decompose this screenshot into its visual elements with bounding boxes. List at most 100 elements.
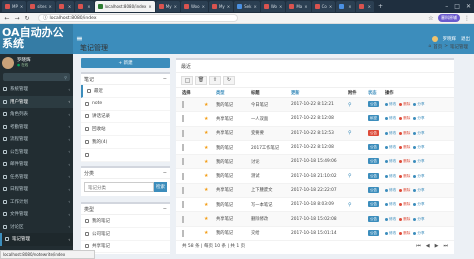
edit-link[interactable]: 修改 (385, 188, 396, 193)
browser-tab[interactable]: Woo × (180, 1, 208, 12)
share-link[interactable]: 分享 (413, 102, 425, 107)
row-checkbox[interactable] (182, 101, 184, 109)
breadcrumb-home[interactable]: 首页 (433, 44, 442, 50)
star-icon[interactable]: ★ (204, 145, 216, 151)
delete-button[interactable]: 🗑 (195, 75, 207, 85)
select-all-button[interactable] (181, 75, 193, 85)
url-input[interactable]: ⓘ localhost:8080/index (38, 14, 238, 22)
folder-item[interactable]: note (81, 98, 170, 111)
edit-link[interactable]: 修改 (385, 174, 396, 179)
header-user-name[interactable]: 罗晓辉 (443, 36, 457, 42)
profile-button[interactable]: 塞科原辅 (438, 14, 460, 22)
sidebar-item[interactable]: 考勤管理 ‹ (0, 121, 73, 134)
sidebar-item[interactable]: 文件管理 ‹ (0, 208, 73, 221)
edit-link[interactable]: 修改 (385, 102, 396, 107)
share-link[interactable]: 分享 (413, 174, 425, 179)
row-checkbox[interactable] (182, 186, 184, 194)
tab-close-icon[interactable]: × (348, 4, 351, 9)
row-title[interactable]: 上下腰废文 (251, 187, 291, 193)
collapse-icon[interactable]: − (163, 76, 167, 82)
tab-close-icon[interactable]: × (304, 4, 307, 9)
menu-icon[interactable]: ⋮ (464, 15, 470, 22)
row-title[interactable]: 一人双面 (251, 116, 291, 122)
prev-page-icon[interactable]: ◀ (426, 243, 430, 249)
sidebar-toggle-icon[interactable]: ≡ (76, 34, 83, 43)
reload-icon[interactable]: ↻ (24, 15, 30, 22)
share-link[interactable]: 分享 (413, 202, 425, 207)
star-icon[interactable]: ★ (204, 230, 216, 236)
star-icon[interactable]: ★ (204, 187, 216, 193)
row-checkbox[interactable] (182, 115, 184, 123)
new-note-button[interactable]: + 新建 (81, 58, 170, 68)
edit-link[interactable]: 修改 (385, 217, 396, 222)
share-link[interactable]: 分享 (413, 116, 425, 121)
delete-link[interactable]: 删除 (399, 217, 410, 222)
tab-close-icon[interactable]: × (20, 4, 23, 9)
browser-tab[interactable]: Co × (311, 1, 336, 12)
type-item[interactable]: 我的笔记 (81, 215, 170, 228)
tab-close-icon[interactable]: × (279, 4, 282, 9)
tab-close-icon[interactable]: × (227, 4, 230, 9)
col-status[interactable]: 状态 (368, 90, 385, 96)
edit-link[interactable]: 修改 (385, 116, 396, 121)
row-title[interactable]: 今日笔记 (251, 102, 291, 108)
browser-tab[interactable]: Wo × (260, 1, 286, 12)
category-search-button[interactable]: 检索 (154, 182, 167, 192)
star-icon[interactable]: ★ (204, 102, 216, 108)
sidebar-item[interactable]: 系统管理 ‹ (0, 83, 73, 96)
share-link[interactable]: 分享 (413, 217, 425, 222)
row-title[interactable]: 2017工作笔记 (251, 145, 291, 151)
sidebar-item[interactable]: 流程管理 ‹ (0, 133, 73, 146)
sidebar-item[interactable]: 公告管理 ‹ (0, 146, 73, 159)
delete-link[interactable]: 删除 (399, 145, 410, 150)
edit-link[interactable]: 修改 (385, 231, 396, 236)
paperclip-icon[interactable]: ⚲ (348, 202, 352, 208)
star-icon[interactable]: ★ (204, 130, 216, 136)
tab-close-icon[interactable]: × (49, 4, 52, 9)
paperclip-icon[interactable]: ⚲ (348, 173, 352, 179)
row-title[interactable]: 交给 (251, 230, 291, 236)
browser-tab[interactable]: × (336, 1, 355, 12)
browser-tab[interactable]: Ma × (286, 1, 311, 12)
edit-link[interactable]: 修改 (385, 159, 396, 164)
browser-tab[interactable]: × (55, 1, 75, 12)
tab-close-icon[interactable]: × (148, 4, 151, 9)
share-link[interactable]: 分享 (413, 131, 425, 136)
folder-item[interactable]: 最近 (81, 85, 170, 98)
browser-tab[interactable]: localhost:8080/index × (94, 1, 155, 12)
back-icon[interactable]: ← (4, 15, 10, 22)
edit-link[interactable]: 修改 (385, 131, 396, 136)
collapse-icon[interactable]: − (163, 206, 167, 212)
browser-tab[interactable]: My × (208, 1, 234, 12)
row-title[interactable]: 写一本笔记 (251, 202, 291, 208)
sidebar-item[interactable]: 用户管理 ‹ (0, 95, 73, 108)
row-checkbox[interactable] (182, 129, 184, 137)
browser-tab[interactable]: sites × (27, 1, 55, 12)
share-link[interactable]: 分享 (413, 159, 425, 164)
app-logo[interactable]: OA自动办公系统 (0, 24, 73, 54)
sidebar-search-input[interactable]: ⚲ (3, 73, 70, 81)
star-icon[interactable]: ★ (204, 202, 216, 208)
paperclip-icon[interactable]: ⚲ (348, 102, 352, 108)
tab-close-icon[interactable]: × (329, 4, 332, 9)
row-checkbox[interactable] (182, 229, 184, 237)
tab-close-icon[interactable]: × (87, 4, 90, 9)
delete-link[interactable]: 删除 (399, 102, 410, 107)
search-icon[interactable]: ⚲ (64, 75, 67, 80)
close-window-icon[interactable]: ✕ (463, 3, 474, 10)
sidebar-item[interactable]: 日程管理 ‹ (0, 183, 73, 196)
tab-close-icon[interactable]: × (68, 4, 71, 9)
forward-icon[interactable]: → (14, 15, 20, 22)
sidebar-item[interactable]: 笔记管理 ‹ (0, 233, 73, 246)
col-title[interactable]: 标题 (251, 90, 291, 96)
sidebar-item[interactable]: 讨论区 ‹ (0, 221, 73, 234)
tab-close-icon[interactable]: × (368, 4, 371, 9)
star-icon[interactable]: ★ (204, 173, 216, 179)
delete-link[interactable]: 删除 (399, 159, 410, 164)
share-button[interactable]: ⇪ (209, 75, 221, 85)
delete-link[interactable]: 删除 (399, 188, 410, 193)
folder-item[interactable] (81, 149, 170, 162)
maximize-icon[interactable]: □ (451, 3, 463, 10)
delete-link[interactable]: 删除 (399, 131, 410, 136)
sidebar-item[interactable]: 邮件管理 ‹ (0, 158, 73, 171)
